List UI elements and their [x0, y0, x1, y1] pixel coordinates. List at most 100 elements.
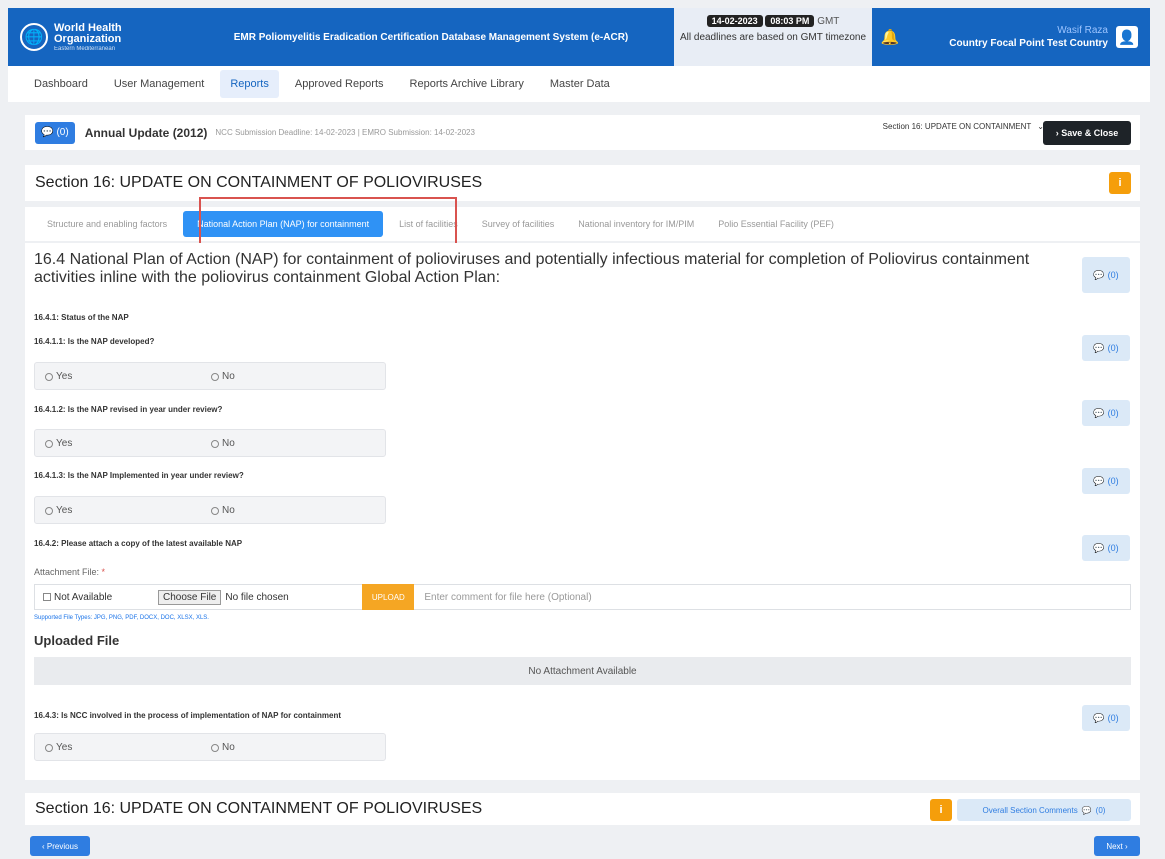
radio-yes[interactable]: Yes	[45, 742, 72, 753]
date-pill: 14-02-2023	[706, 15, 763, 27]
nav-dashboard[interactable]: Dashboard	[24, 70, 98, 98]
datetime-box: 14-02-2023 08:03 PM GMT All deadlines ar…	[674, 8, 872, 66]
supported-file-types: Supported File Types: JPG, PNG, PDF, DOC…	[34, 615, 209, 621]
save-close-label: Save & Close	[1061, 128, 1119, 138]
section-header: Section 16: UPDATE ON CONTAINMENT OF POL…	[25, 165, 1140, 201]
avatar-icon[interactable]: 👤	[1116, 26, 1138, 48]
report-title: Annual Update (2012)	[84, 125, 208, 140]
tab-national-inventory[interactable]: National inventory for IM/PIM	[570, 219, 702, 229]
not-available-checkbox[interactable]: Not Available	[35, 592, 155, 603]
question-attach-nap: 16.4.2: Please attach a copy of the late…	[34, 539, 243, 548]
chat-icon: 💬	[1093, 407, 1105, 418]
checkbox-square	[43, 593, 51, 601]
org-name-line1: World Health	[54, 21, 122, 34]
section-select[interactable]: Section 16: UPDATE ON CONTAINMENT ⌄	[883, 122, 1044, 131]
radio-yes-label: Yes	[56, 742, 73, 753]
radio-circle	[45, 506, 53, 515]
attachment-label: Attachment File: *	[34, 567, 105, 577]
globe-icon: 🌐	[20, 23, 48, 51]
comment-count: (0)	[1107, 713, 1119, 723]
radio-group-q2: Yes No	[34, 429, 386, 457]
comment-button-q3[interactable]: 💬 (0)	[1082, 468, 1130, 494]
report-deadline: NCC Submission Deadline: 14-02-2023 | EM…	[215, 128, 475, 137]
user-info[interactable]: Wasif Raza Country Focal Point Test Coun…	[908, 25, 1116, 49]
radio-no[interactable]: No	[211, 438, 235, 449]
chat-icon: 💬	[1093, 712, 1105, 723]
radio-group-q5: Yes No	[34, 733, 386, 761]
bell-icon[interactable]: 🔔	[872, 28, 908, 46]
chat-icon: 💬	[1093, 342, 1105, 353]
save-close-button[interactable]: › Save & Close	[1043, 121, 1131, 145]
not-available-label: Not Available	[54, 591, 113, 603]
comment-button-q2[interactable]: 💬 (0)	[1082, 400, 1130, 426]
user-role: Country Focal Point Test Country	[949, 38, 1108, 49]
radio-yes[interactable]: Yes	[45, 371, 72, 382]
tab-pef[interactable]: Polio Essential Facility (PEF)	[710, 219, 842, 229]
overall-comment-count: (0)	[1095, 805, 1106, 815]
radio-yes-label: Yes	[56, 371, 73, 382]
file-status: No file chosen	[225, 591, 289, 603]
choose-file-button[interactable]: Choose File	[158, 589, 222, 605]
comment-count: (0)	[1107, 408, 1119, 418]
comment-button-main[interactable]: 💬 (0)	[1082, 257, 1130, 293]
radio-circle	[45, 439, 53, 448]
tab-survey-facilities[interactable]: Survey of facilities	[474, 219, 563, 229]
radio-group-q3: Yes No	[34, 496, 386, 524]
nav-user-management[interactable]: User Management	[104, 70, 215, 98]
who-logo[interactable]: 🌐 World Health Organization Eastern Medi…	[8, 8, 188, 66]
overall-comments-button[interactable]: Overall Section Comments 💬 (0)	[957, 799, 1131, 821]
user-name: Wasif Raza	[1057, 25, 1108, 36]
section-title: Section 16: UPDATE ON CONTAINMENT OF POL…	[35, 174, 483, 191]
radio-no[interactable]: No	[211, 371, 235, 382]
question-content: 16.4 National Plan of Action (NAP) for c…	[25, 243, 1140, 780]
comment-count: (0)	[1107, 270, 1119, 280]
overall-comments-label: Overall Section Comments	[982, 805, 1078, 815]
chat-icon: 💬	[1093, 475, 1105, 486]
radio-no[interactable]: No	[211, 505, 235, 516]
nav-approved-reports[interactable]: Approved Reports	[285, 70, 394, 98]
nav-reports-archive[interactable]: Reports Archive Library	[400, 70, 534, 98]
report-comment-count: (0)	[56, 127, 69, 138]
chat-icon: 💬	[41, 127, 54, 138]
radio-no-label: No	[222, 742, 235, 753]
info-icon[interactable]: i	[930, 799, 952, 821]
section-tabs: Structure and enabling factors National …	[25, 207, 1140, 241]
section-footer: Section 16: UPDATE ON CONTAINMENT OF POL…	[25, 793, 1140, 825]
radio-yes[interactable]: Yes	[45, 438, 72, 449]
next-button[interactable]: Next ›	[1094, 836, 1140, 856]
radio-yes[interactable]: Yes	[45, 505, 72, 516]
radio-no[interactable]: No	[211, 742, 235, 753]
chat-icon: 💬	[1093, 269, 1105, 280]
top-header: 🌐 World Health Organization Eastern Medi…	[8, 8, 1150, 66]
question-nap-developed: 16.4.1.1: Is the NAP developed?	[34, 337, 155, 346]
tab-structure[interactable]: Structure and enabling factors	[39, 219, 175, 229]
footer-section-title: Section 16: UPDATE ON CONTAINMENT OF POL…	[35, 800, 483, 817]
previous-button[interactable]: ‹ Previous	[30, 836, 90, 856]
org-region: Eastern Mediterranean	[54, 45, 116, 52]
report-comments-button[interactable]: 💬 (0)	[35, 121, 75, 144]
chat-icon: 💬	[1081, 805, 1092, 815]
upload-button[interactable]: UPLOAD	[362, 584, 415, 610]
radio-group-q1: Yes No	[34, 362, 386, 390]
radio-circle	[211, 743, 219, 752]
comment-button-q1[interactable]: 💬 (0)	[1082, 335, 1130, 361]
system-title: EMR Poliomyelitis Eradication Certificat…	[233, 31, 629, 43]
main-question: 16.4 National Plan of Action (NAP) for c…	[34, 251, 1030, 286]
radio-circle	[211, 372, 219, 381]
comment-count: (0)	[1107, 543, 1119, 553]
radio-no-label: No	[222, 438, 235, 449]
timezone-label: GMT	[817, 16, 840, 27]
timezone-note: All deadlines are based on GMT timezone	[679, 32, 867, 43]
comment-button-q5[interactable]: 💬 (0)	[1082, 705, 1130, 731]
comment-button-q4[interactable]: 💬 (0)	[1082, 535, 1130, 561]
nav-reports[interactable]: Reports	[220, 70, 279, 98]
file-comment-input[interactable]: Enter comment for file here (Optional)	[414, 592, 591, 603]
radio-circle	[211, 439, 219, 448]
comment-count: (0)	[1107, 476, 1119, 486]
info-icon[interactable]: i	[1109, 172, 1131, 194]
comment-count: (0)	[1107, 343, 1119, 353]
nav-master-data[interactable]: Master Data	[540, 70, 620, 98]
radio-no-label: No	[222, 505, 235, 516]
status-heading: 16.4.1: Status of the NAP	[34, 313, 129, 322]
main-nav: Dashboard User Management Reports Approv…	[8, 66, 1150, 102]
